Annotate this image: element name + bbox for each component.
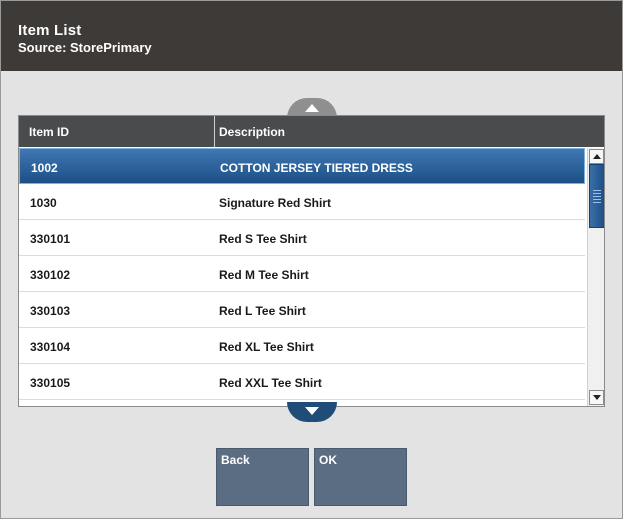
cell-item-id: 330103 <box>30 304 71 318</box>
arrow-down-icon <box>593 395 601 400</box>
cell-description: Red L Tee Shirt <box>219 304 306 318</box>
cell-description: Red XXL Tee Shirt <box>219 376 322 390</box>
grip-line <box>593 193 601 194</box>
cell-description: Red S Tee Shirt <box>219 232 307 246</box>
grip-line <box>593 190 601 191</box>
scroll-up-button[interactable] <box>589 149 604 164</box>
cell-description: Signature Red Shirt <box>219 196 332 210</box>
table-row[interactable]: 330105 Red XXL Tee Shirt <box>19 364 585 400</box>
table-row[interactable]: 1030 Signature Red Shirt <box>19 184 585 220</box>
back-button-label: Back <box>221 453 250 467</box>
table-body: 1002 COTTON JERSEY TIERED DRESS 1030 Sig… <box>19 148 587 406</box>
back-button[interactable]: Back <box>216 448 309 506</box>
dialog-title: Item List <box>18 22 82 39</box>
dialog-subtitle: Source: StorePrimary <box>18 40 152 55</box>
grip-line <box>593 199 601 200</box>
cell-description: Red XL Tee Shirt <box>219 340 314 354</box>
ok-button-label: OK <box>319 453 337 467</box>
cell-item-id: 330104 <box>30 340 71 354</box>
table-row[interactable]: 330104 Red XL Tee Shirt <box>19 328 585 364</box>
vertical-scrollbar[interactable] <box>587 148 604 406</box>
cell-item-id: 330105 <box>30 376 71 390</box>
cell-description: COTTON JERSEY TIERED DRESS <box>220 161 413 175</box>
triangle-up-icon <box>305 104 319 112</box>
cell-item-id: 330101 <box>30 232 71 246</box>
page-down-button[interactable] <box>287 402 337 422</box>
scrollbar-thumb[interactable] <box>589 164 604 228</box>
table-row[interactable]: 330101 Red S Tee Shirt <box>19 220 585 256</box>
title-bar: Item List Source: StorePrimary <box>1 1 622 71</box>
table-row[interactable]: 330102 Red M Tee Shirt <box>19 256 585 292</box>
column-header-item-id: Item ID <box>19 116 215 147</box>
table-header: Item ID Description <box>19 116 604 147</box>
item-table: Item ID Description 1002 COTTON JERSEY T… <box>18 115 605 407</box>
arrow-up-icon <box>593 154 601 159</box>
cell-item-id: 1002 <box>31 161 58 175</box>
scroll-down-button[interactable] <box>589 390 604 405</box>
cell-item-id: 1030 <box>30 196 57 210</box>
column-header-item-id-label: Item ID <box>29 125 70 139</box>
ok-button[interactable]: OK <box>314 448 407 506</box>
table-row[interactable]: 330103 Red L Tee Shirt <box>19 292 585 328</box>
item-list-dialog: Item List Source: StorePrimary Item ID D… <box>0 0 623 519</box>
column-header-description: Description <box>219 125 286 139</box>
grip-line <box>593 196 601 197</box>
table-row[interactable]: 1002 COTTON JERSEY TIERED DRESS <box>19 148 585 184</box>
cell-item-id: 330102 <box>30 268 71 282</box>
cell-description: Red M Tee Shirt <box>219 268 309 282</box>
triangle-down-icon <box>305 407 319 415</box>
grip-line <box>593 202 601 203</box>
